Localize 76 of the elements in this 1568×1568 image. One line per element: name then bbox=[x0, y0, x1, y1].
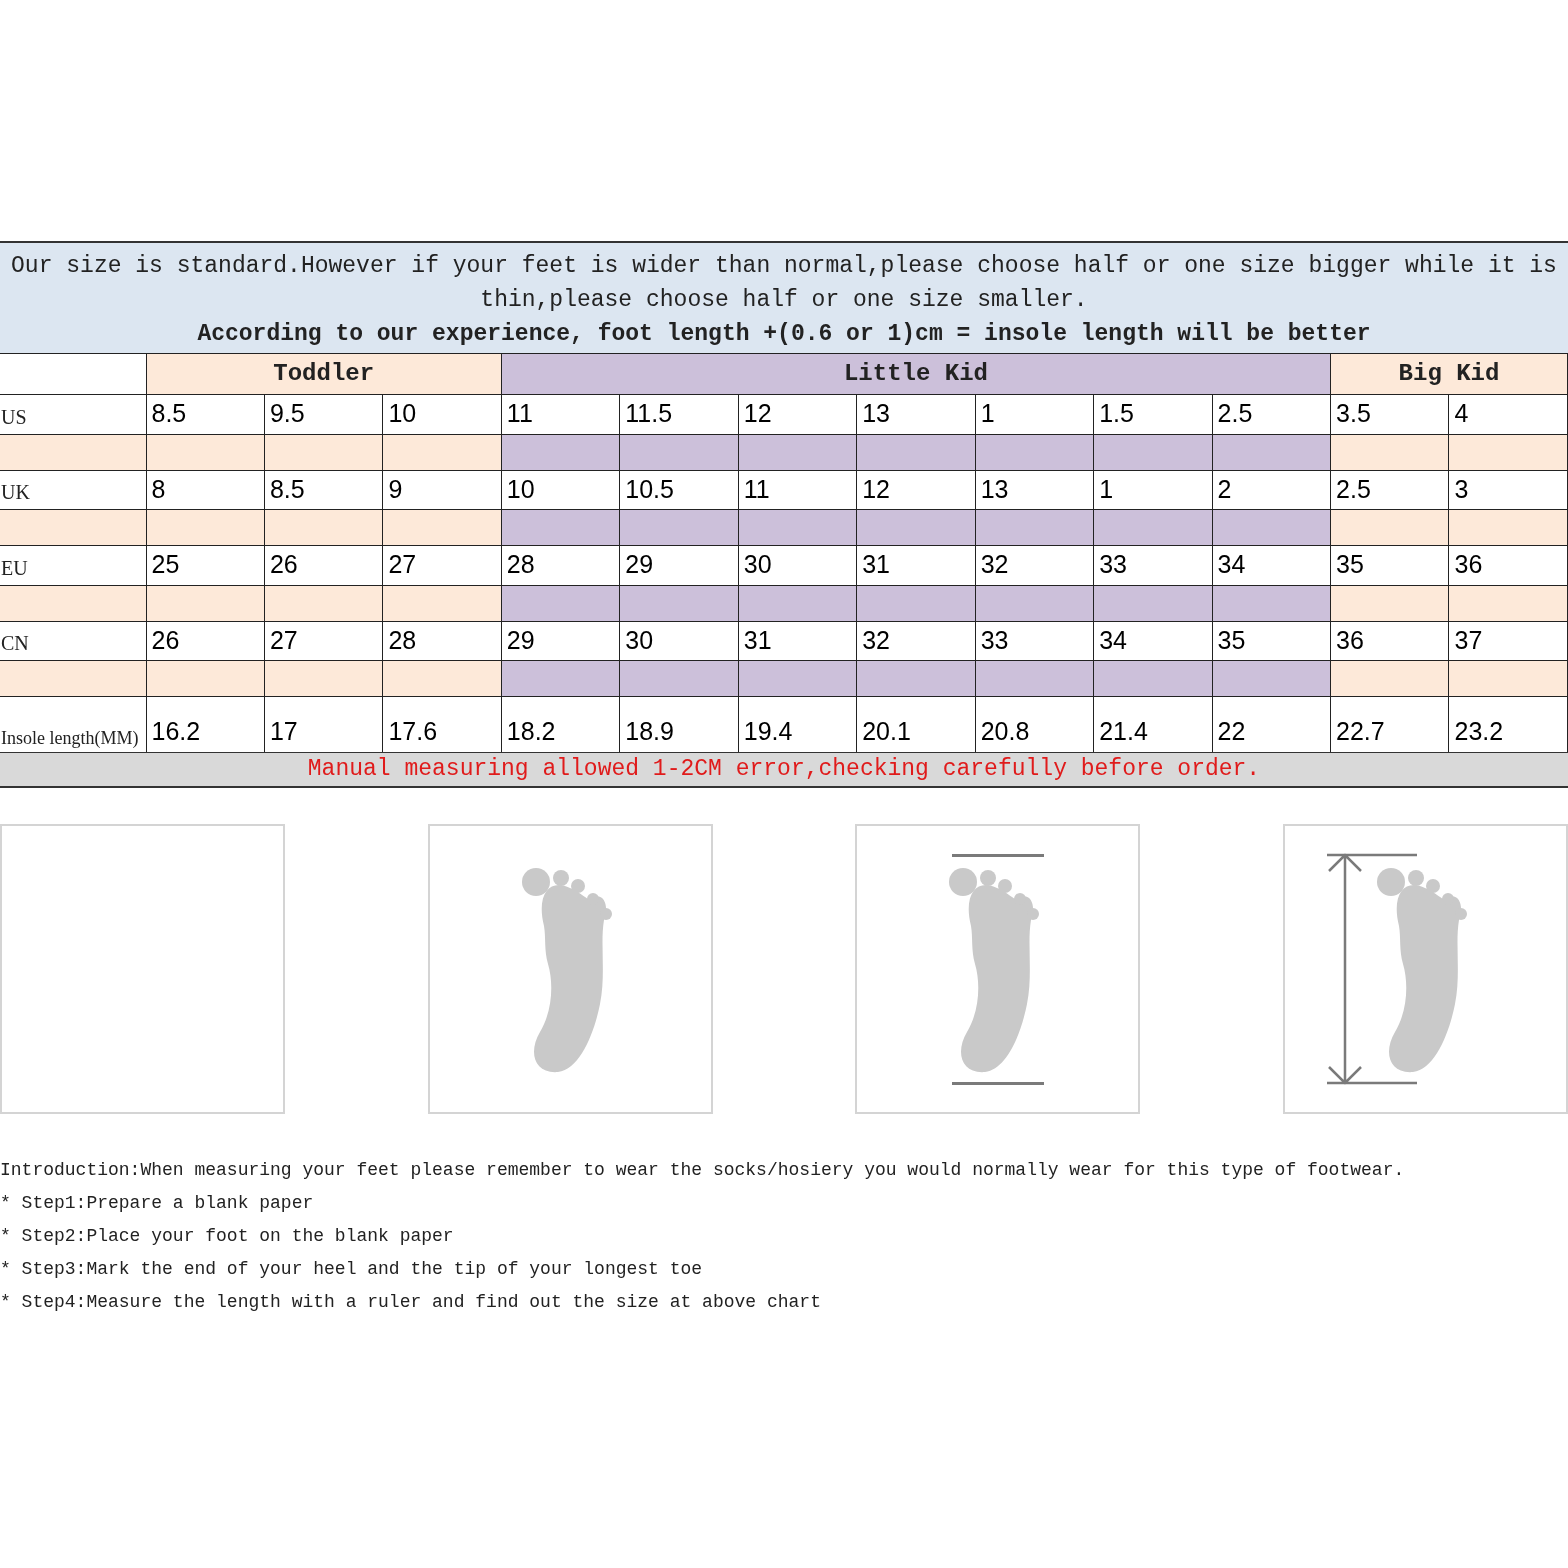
table-cell: 29 bbox=[501, 621, 620, 661]
table-cell: 33 bbox=[1093, 545, 1213, 585]
table-cell: 2.5 bbox=[1330, 470, 1449, 510]
table-cell: 1 bbox=[1093, 470, 1213, 510]
table-cell: 27 bbox=[382, 545, 502, 585]
table-cell: 36 bbox=[1330, 621, 1449, 661]
table-cell: 17 bbox=[264, 696, 383, 752]
table-cell: 34 bbox=[1212, 545, 1331, 585]
table-cell: 37 bbox=[1449, 621, 1568, 661]
table-cell: 12 bbox=[856, 470, 976, 510]
step-text: * Step1:Prepare a blank paper bbox=[0, 1191, 315, 1215]
table-cell: 31 bbox=[856, 545, 976, 585]
size-notice: Our size is standard.However if your feet is wider than normal,please choose half or one size bigger while it is thin,please choose half or one size smaller. bbox=[10, 252, 1558, 315]
row-label: Insole length(MM) bbox=[0, 696, 146, 752]
table-cell: 32 bbox=[856, 621, 976, 661]
table-cell: 30 bbox=[738, 545, 857, 585]
table-cell: 10 bbox=[382, 394, 502, 434]
group-heading: Little Kid bbox=[501, 353, 1331, 395]
table-cell: 10.5 bbox=[619, 470, 739, 510]
measuring-note: Manual measuring allowed 1-2CM error,checking carefully before order. bbox=[307, 754, 1261, 784]
step-text: * Step4:Measure the length with a ruler and find out the size at above chart bbox=[0, 1290, 822, 1314]
table-cell: 28 bbox=[501, 545, 620, 585]
table-cell: 33 bbox=[975, 621, 1094, 661]
table-cell: 31 bbox=[738, 621, 857, 661]
table-cell: 32 bbox=[975, 545, 1094, 585]
table-cell: 8.5 bbox=[146, 394, 265, 434]
insole-tip: According to our experience, foot length +(0.6 or 1)cm = insole length will be better bbox=[196, 320, 1372, 349]
table-cell: 26 bbox=[146, 621, 265, 661]
table-cell: 35 bbox=[1212, 621, 1331, 661]
table-cell: 8.5 bbox=[264, 470, 383, 510]
table-cell: 30 bbox=[619, 621, 739, 661]
table-cell: 2 bbox=[1212, 470, 1331, 510]
table-cell: 4 bbox=[1449, 394, 1568, 434]
table-cell: 1 bbox=[975, 394, 1094, 434]
table-cell: 3.5 bbox=[1330, 394, 1449, 434]
step-text: * Step2:Place your foot on the blank paper bbox=[0, 1224, 455, 1248]
group-heading: Toddler bbox=[146, 353, 502, 395]
table-cell: 1.5 bbox=[1093, 394, 1213, 434]
row-label: UK bbox=[0, 470, 146, 510]
table-cell: 3 bbox=[1449, 470, 1568, 510]
table-cell: 36 bbox=[1449, 545, 1568, 585]
table-cell: 17.6 bbox=[382, 696, 502, 752]
table-cell: 11 bbox=[501, 394, 620, 434]
table-cell: 28 bbox=[382, 621, 502, 661]
table-cell: 11 bbox=[738, 470, 857, 510]
table-cell: 9 bbox=[382, 470, 502, 510]
table-cell: 19.4 bbox=[738, 696, 857, 752]
table-cell: 25 bbox=[146, 545, 265, 585]
table-cell: 10 bbox=[501, 470, 620, 510]
table-cell: 9.5 bbox=[264, 394, 383, 434]
table-cell: 11.5 bbox=[619, 394, 739, 434]
table-cell: 22 bbox=[1212, 696, 1331, 752]
group-heading: Big Kid bbox=[1330, 353, 1568, 395]
table-cell: 8 bbox=[146, 470, 265, 510]
table-cell: 2.5 bbox=[1212, 394, 1331, 434]
table-cell: 29 bbox=[619, 545, 739, 585]
table-cell: 13 bbox=[975, 470, 1094, 510]
row-label: EU bbox=[0, 545, 146, 585]
table-cell: 20.1 bbox=[856, 696, 976, 752]
table-cell: 34 bbox=[1093, 621, 1213, 661]
step-text: * Step3:Mark the end of your heel and the tip of your longest toe bbox=[0, 1257, 704, 1281]
introduction-text: Introduction:When measuring your feet please remember to wear the socks/hosiery you would normally wear for this type of footwear. bbox=[0, 1158, 1406, 1182]
table-cell: 18.2 bbox=[501, 696, 620, 752]
table-cell: 35 bbox=[1330, 545, 1449, 585]
row-label: CN bbox=[0, 621, 146, 661]
table-cell: 20.8 bbox=[975, 696, 1094, 752]
table-cell: 12 bbox=[738, 394, 857, 434]
table-cell: 23.2 bbox=[1449, 696, 1568, 752]
row-label: US bbox=[0, 394, 146, 434]
table-cell: 21.4 bbox=[1093, 696, 1213, 752]
table-cell: 27 bbox=[264, 621, 383, 661]
table-cell: 18.9 bbox=[619, 696, 739, 752]
table-cell: 26 bbox=[264, 545, 383, 585]
table-cell: 22.7 bbox=[1330, 696, 1449, 752]
table-cell: 13 bbox=[856, 394, 976, 434]
table-cell: 16.2 bbox=[146, 696, 265, 752]
